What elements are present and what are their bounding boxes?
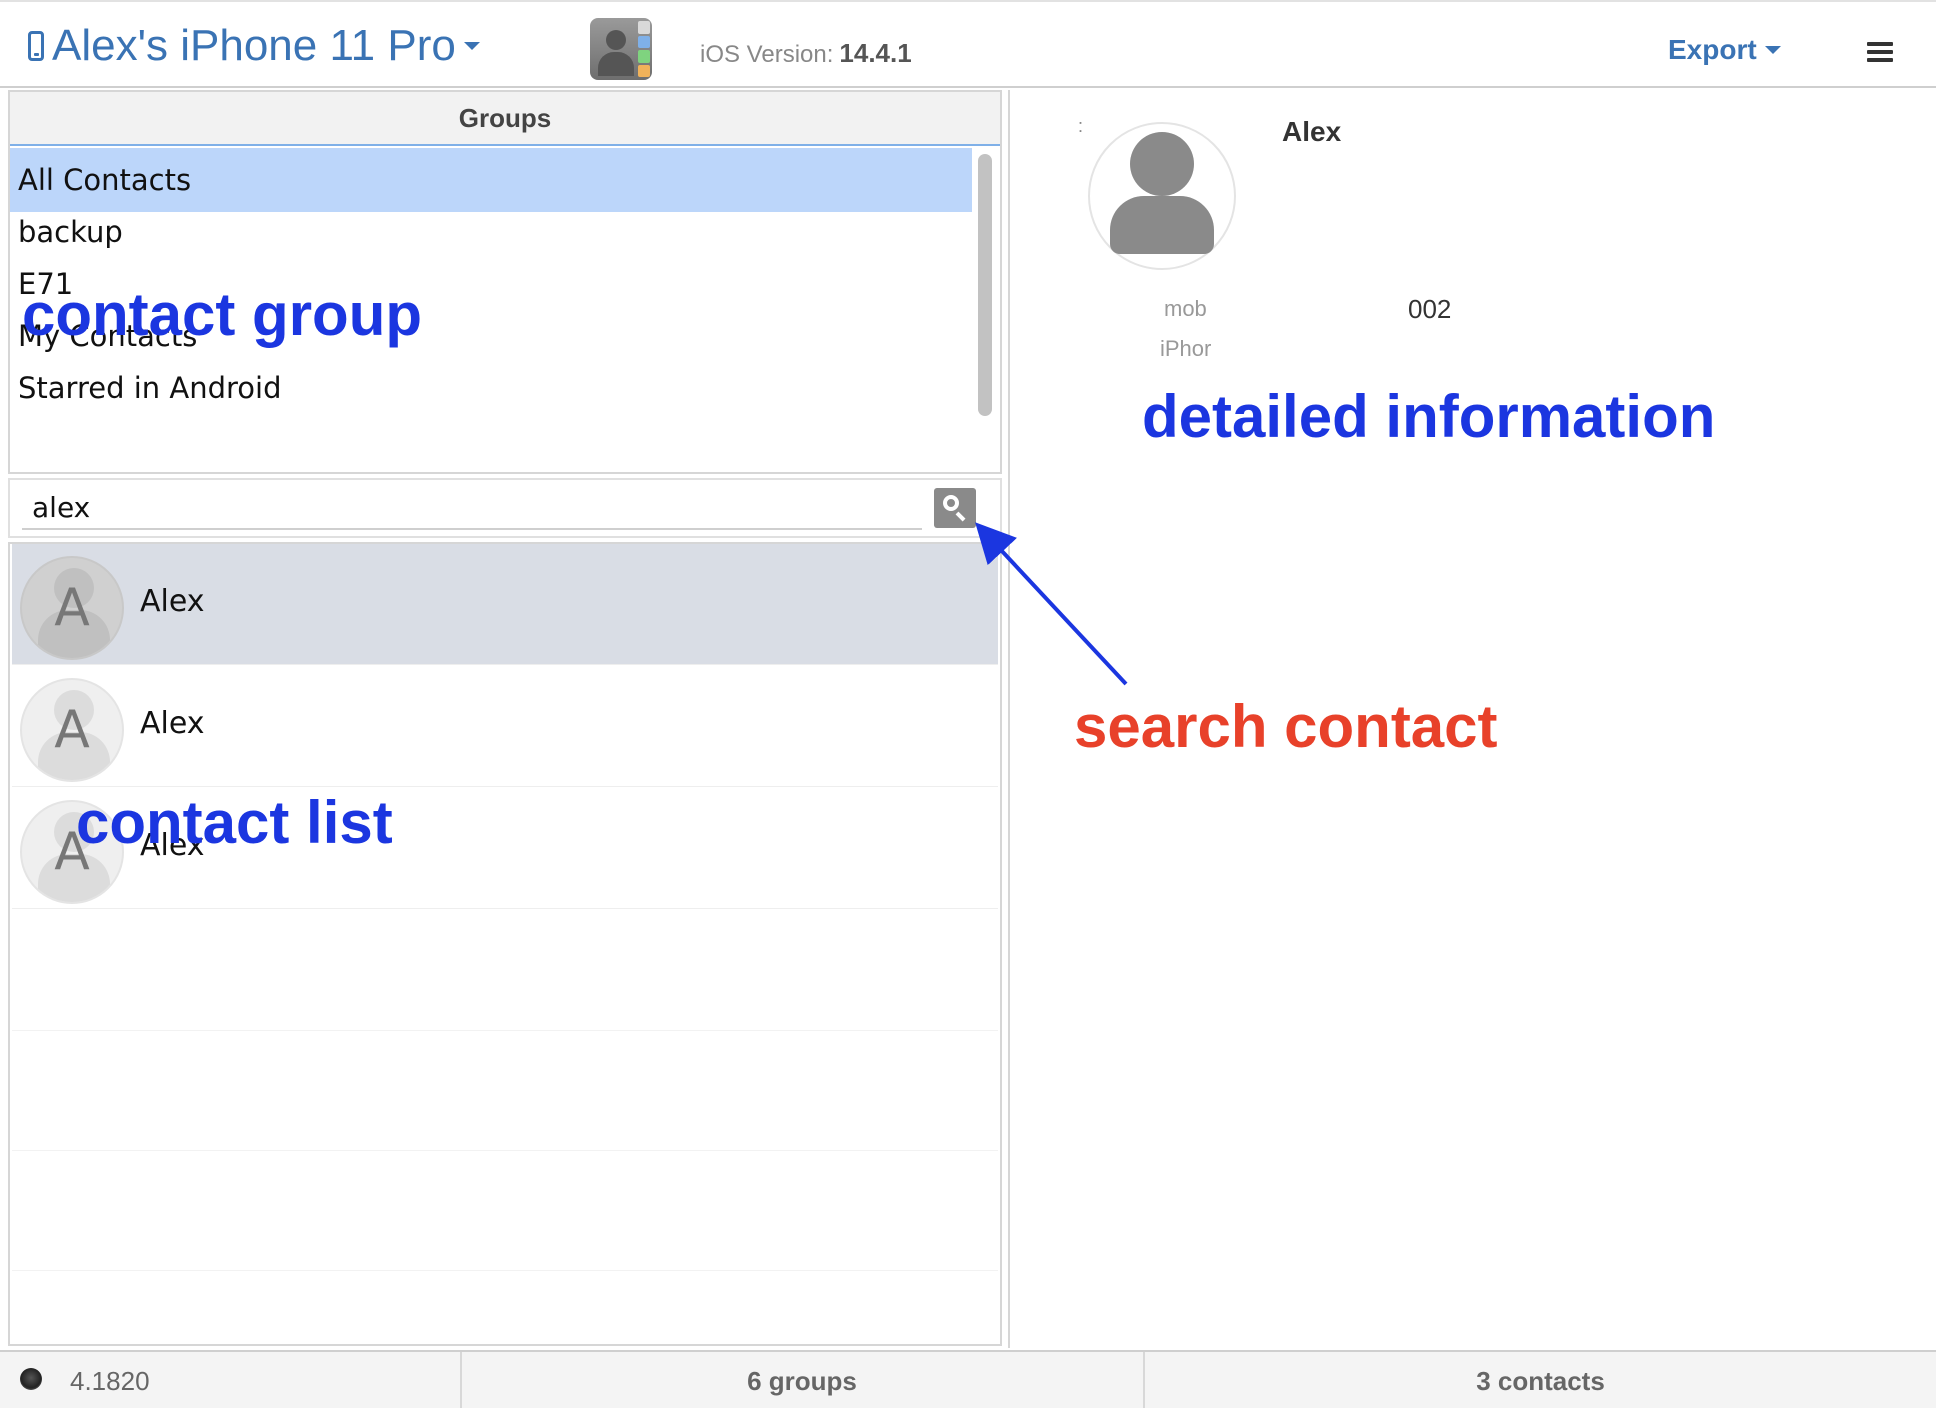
annotation-arrow (975, 522, 1128, 686)
